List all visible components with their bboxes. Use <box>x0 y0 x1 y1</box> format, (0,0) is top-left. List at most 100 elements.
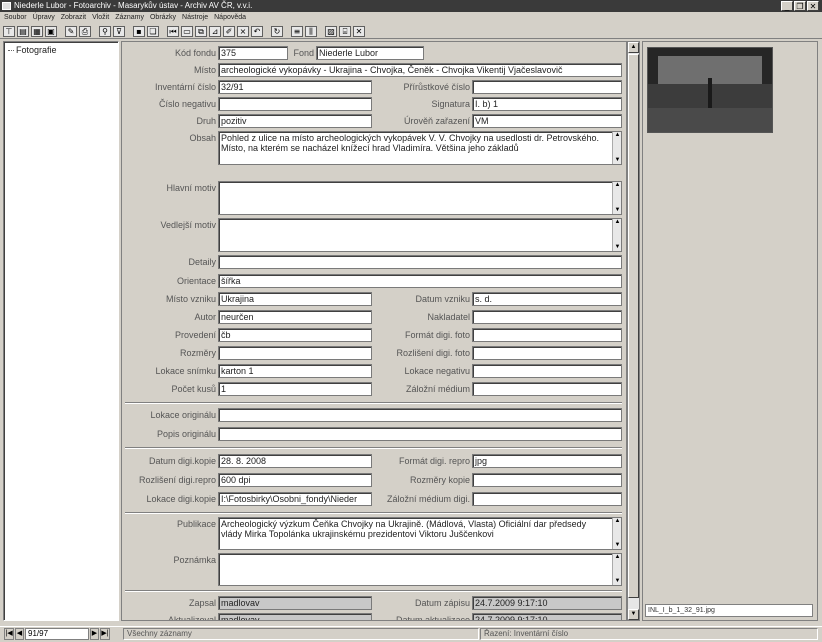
filter-icon[interactable]: ⊽ <box>113 25 125 37</box>
obsah-memo[interactable]: Pohled z ulice na místo archeologických … <box>218 131 622 165</box>
grid-view-icon[interactable]: ▣ <box>45 25 57 37</box>
first-record-nav-icon[interactable]: |◀ <box>4 628 14 640</box>
nakladatel-label: Nakladatel <box>427 312 470 322</box>
rozliseni-digi-repro-field[interactable]: 600 dpi <box>218 473 372 487</box>
misto-vzniku-field[interactable]: Ukrajina <box>218 292 372 306</box>
publikace-memo[interactable]: Archeologický výzkum Čeňka Chvojky na Uk… <box>218 517 622 550</box>
close-icon[interactable]: ✕ <box>807 1 819 11</box>
orientace-field[interactable]: šířka <box>218 274 622 288</box>
copy-icon[interactable]: ❏ <box>147 25 159 37</box>
hlavni-motiv-scrollbar[interactable] <box>612 182 621 214</box>
menu-zaznamy[interactable]: Záznamy <box>115 12 144 24</box>
popis-originalu-label: Popis originálu <box>156 429 216 439</box>
rozliseni-digi-foto-field[interactable] <box>472 346 622 360</box>
scroll-thumb[interactable] <box>628 54 639 598</box>
lokace-negativu-field[interactable] <box>472 364 622 378</box>
record-edit-icon[interactable]: ⊿ <box>209 25 221 37</box>
refresh-icon[interactable]: ↻ <box>271 25 283 37</box>
uroven-zarazeni-field[interactable]: VM <box>472 114 622 128</box>
zapsal-field: madlovav <box>218 596 372 610</box>
duplicate-record-icon[interactable]: ⧉ <box>195 25 207 37</box>
fond-field[interactable]: Niederle Lubor <box>316 46 424 60</box>
undo-icon[interactable]: ↶ <box>251 25 263 37</box>
new-record-icon[interactable]: ▭ <box>181 25 193 37</box>
datum-zapisu-field: 24.7.2009 9:17:10 <box>472 596 622 610</box>
scroll-down-icon[interactable]: ▼ <box>628 609 639 620</box>
rozmery-field[interactable] <box>218 346 372 360</box>
rozmery-label: Rozměry <box>179 348 216 358</box>
misto-field[interactable]: archeologické vykopávky - Ukrajina - Chv… <box>218 63 622 77</box>
zalozni-medium-field[interactable] <box>472 382 622 396</box>
menu-napoveda[interactable]: Nápověda <box>214 12 246 24</box>
print-icon[interactable]: ⎙ <box>79 25 91 37</box>
minimize-icon[interactable]: _ <box>781 1 793 11</box>
datum-vzniku-field[interactable]: s. d. <box>472 292 622 306</box>
obsah-scrollbar[interactable] <box>612 132 621 164</box>
menu-upravy[interactable]: Úpravy <box>33 12 55 24</box>
next-record-nav-icon[interactable]: ▶ <box>90 628 99 640</box>
first-record-icon[interactable]: ⏮ <box>167 25 179 37</box>
druh-field[interactable]: pozitiv <box>218 114 372 128</box>
tree-view-icon[interactable]: ⊤ <box>3 25 15 37</box>
image-icon[interactable]: ▨ <box>325 25 337 37</box>
save-icon[interactable]: ▪ <box>133 25 145 37</box>
list-icon[interactable]: ≡ <box>291 25 303 37</box>
photo-thumbnail[interactable] <box>647 47 773 133</box>
scan-icon[interactable]: ⌸ <box>339 25 351 37</box>
restore-icon[interactable]: ❐ <box>794 1 806 11</box>
menu-nastroje[interactable]: Nástroje <box>182 12 208 24</box>
pencil-icon[interactable]: ✐ <box>223 25 235 37</box>
format-digi-repro-field[interactable]: jpg <box>472 454 622 468</box>
inventarni-cislo-field[interactable]: 32/91 <box>218 80 372 94</box>
hlavni-motiv-memo[interactable] <box>218 181 622 215</box>
format-digi-foto-field[interactable] <box>472 328 622 342</box>
prev-record-nav-icon[interactable]: ◀ <box>15 628 24 640</box>
columns-icon[interactable]: ⫼ <box>305 25 317 37</box>
menu-obrazky[interactable]: Obrázky <box>150 12 176 24</box>
detaily-field[interactable] <box>218 255 622 269</box>
datum-digi-kopie-field[interactable]: 28. 8. 2008 <box>218 454 372 468</box>
menu-vlozit[interactable]: Vložit <box>92 12 109 24</box>
menu-zobrazit[interactable]: Zobrazit <box>61 12 86 24</box>
app-icon[interactable] <box>2 2 11 10</box>
prirustkove-cislo-field[interactable] <box>472 80 622 94</box>
nakladatel-field[interactable] <box>472 310 622 324</box>
vedlejsi-motiv-memo[interactable] <box>218 218 622 252</box>
vedlejsi-motiv-scrollbar[interactable] <box>612 219 621 251</box>
image-panel: INL_I_b_1_32_91.jpg <box>642 41 818 621</box>
kod-fondu-field[interactable]: 375 <box>218 46 288 60</box>
record-position[interactable]: 91/97 <box>25 628 89 640</box>
delete-record-icon[interactable]: ⨯ <box>237 25 249 37</box>
provedeni-field[interactable]: čb <box>218 328 372 342</box>
publikace-scrollbar[interactable] <box>612 518 621 549</box>
poznamka-scrollbar[interactable] <box>612 554 621 585</box>
tree-node-fotografie[interactable]: Fotografie <box>8 45 57 55</box>
datum-aktualizace-field: 24.7.2009 9:17:10 <box>472 613 622 620</box>
edit-icon[interactable]: ✎ <box>65 25 77 37</box>
table-view-icon[interactable]: ▦ <box>31 25 43 37</box>
menu-soubor[interactable]: Soubor <box>4 12 27 24</box>
cislo-negativu-field[interactable] <box>218 97 372 111</box>
section-divider <box>125 402 622 404</box>
lokace-digi-kopie-field[interactable]: I:\Fotosbirky\Osobni_fondy\Nieder <box>218 492 372 506</box>
vedlejsi-motiv-label: Vedlejší motiv <box>160 220 216 230</box>
autor-field[interactable]: neurčen <box>218 310 372 324</box>
misto-vzniku-label: Místo vzniku <box>165 294 216 304</box>
close-record-icon[interactable]: ✕ <box>353 25 365 37</box>
lokace-originalu-field[interactable] <box>218 408 622 422</box>
zalozni-medium-digi-field[interactable] <box>472 492 622 506</box>
lokace-snimku-field[interactable]: karton 1 <box>218 364 372 378</box>
record-form: Kód fondu 375 Fond Niederle Lubor Místo … <box>121 41 627 621</box>
last-record-nav-icon[interactable]: ▶| <box>100 628 110 640</box>
pocet-kusu-field[interactable]: 1 <box>218 382 372 396</box>
aktualizoval-field: madlovav <box>218 613 372 620</box>
scroll-up-icon[interactable]: ▲ <box>628 42 639 53</box>
signatura-field[interactable]: I. b) 1 <box>472 97 622 111</box>
datum-aktualizace-label: Datum aktualizace <box>395 615 470 621</box>
binoculars-icon[interactable]: ⚲ <box>99 25 111 37</box>
poznamka-memo[interactable] <box>218 553 622 586</box>
form-view-icon[interactable]: ▤ <box>17 25 29 37</box>
form-scrollbar[interactable]: ▲ ▼ <box>627 41 640 621</box>
rozmery-kopie-field[interactable] <box>472 473 622 487</box>
popis-originalu-field[interactable] <box>218 427 622 441</box>
